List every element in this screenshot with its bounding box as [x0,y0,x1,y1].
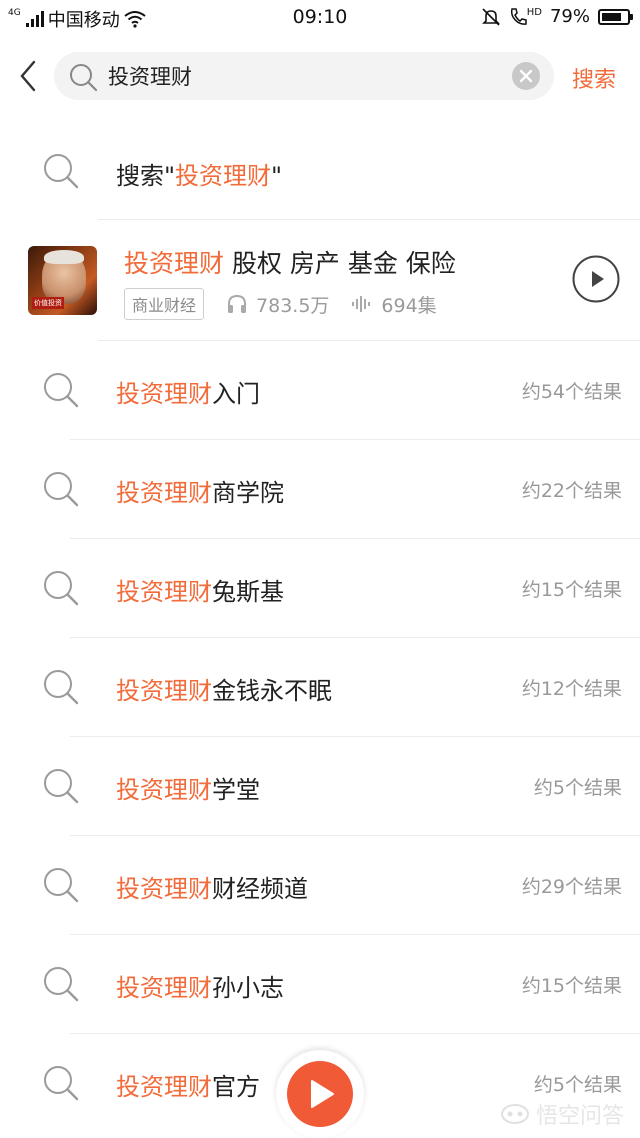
keyword-highlight: 投资理财 [175,162,272,190]
suggestion-item[interactable]: 投资理财财经频道 约29个结果 [0,836,640,935]
suggestion-rest: 兔斯基 [212,578,284,606]
battery-level [602,12,621,21]
close-icon [519,69,533,83]
result-count: 约29个结果 [521,876,622,898]
suggestion-item[interactable]: 投资理财孙小志 约15个结果 [0,935,640,1034]
keyword-highlight: 投资理财 [116,479,212,507]
suggestion-rest: 学堂 [212,776,260,804]
search-suffix: " [271,162,283,190]
search-icon [44,1066,79,1101]
headphones-icon [228,294,247,313]
keyword-highlight: 投资理财 [116,578,212,606]
album-card[interactable]: 价值投资 投资理财 股权 房产 基金 保险 商业财经 783.5万 694集 [0,220,640,341]
suggestion-text: 投资理财孙小志 [116,968,284,1003]
search-icon [44,571,79,606]
suggestion-rest: 商学院 [212,479,284,507]
keyword-highlight: 投资理财 [116,875,212,903]
clear-input-button[interactable] [512,62,540,90]
suggestion-text: 投资理财金钱永不眠 [116,671,332,706]
cover-tag: 价值投资 [32,297,64,309]
bell-muted-icon [481,7,500,26]
search-icon [44,769,79,804]
result-count: 约12个结果 [521,678,622,700]
back-arrow-icon[interactable] [14,58,44,94]
result-count: 约22个结果 [521,480,622,502]
suggestion-item[interactable]: 投资理财入门 约54个结果 [0,341,640,440]
search-prefix: 搜索" [116,162,176,190]
suggestion-text: 投资理财商学院 [116,473,284,508]
suggestion-rest: 孙小志 [212,974,284,1002]
phone-icon [510,7,527,25]
episode-count: 694集 [351,291,437,318]
portrait-hair [44,250,84,264]
suggestion-text: 投资理财财经频道 [116,869,308,904]
search-icon [44,967,79,1002]
play-count: 783.5万 [226,291,329,318]
album-title-highlight: 投资理财 [124,249,225,278]
suggestion-text: 投资理财学堂 [116,770,260,805]
search-icon [44,868,79,903]
result-count: 约54个结果 [521,381,622,403]
battery-percent: 79% [549,6,590,27]
play-count-value: 783.5万 [256,294,330,317]
suggestion-item[interactable]: 投资理财学堂 约5个结果 [0,737,640,836]
keyword-highlight: 投资理财 [116,974,212,1002]
watermark: 悟空问答 [500,1098,624,1130]
search-button[interactable]: 搜索 [572,62,616,94]
search-input[interactable] [108,60,488,92]
keyword-highlight: 投资理财 [116,1073,212,1101]
wukong-logo-icon [501,1104,529,1124]
search-icon [70,64,98,92]
suggestion-item[interactable]: 投资理财兔斯基 约15个结果 [0,539,640,638]
search-icon [44,472,79,507]
album-meta: 商业财经 783.5万 694集 [124,288,437,320]
suggestion-rest: 官方 [212,1073,260,1101]
album-title-rest: 股权 房产 基金 保险 [224,249,456,278]
keyword-highlight: 投资理财 [116,776,212,804]
result-count: 约5个结果 [533,777,622,799]
search-icon [44,670,79,705]
suggestion-rest: 财经频道 [212,875,308,903]
result-count: 约15个结果 [521,975,622,997]
suggestion-text: 投资理财入门 [116,374,260,409]
keyword-highlight: 投资理财 [116,677,212,705]
suggestion-item[interactable]: 投资理财金钱永不眠 约12个结果 [0,638,640,737]
play-icon [311,1080,334,1108]
suggestion-rest: 金钱永不眠 [212,677,332,705]
player-fab-button[interactable] [287,1061,353,1127]
search-keyword-row[interactable]: 搜索"投资理财" [0,122,640,220]
hd-label: HD [526,6,542,18]
suggestion-rest: 入门 [212,380,260,408]
suggestion-text: 投资理财官方 [116,1067,260,1102]
search-keyword-text: 搜索"投资理财" [116,156,282,191]
hd-call-indicator: HD [509,7,542,27]
watermark-text: 悟空问答 [536,1104,625,1129]
search-icon [44,154,79,189]
album-title: 投资理财 股权 房产 基金 保险 [124,244,456,280]
result-count: 约5个结果 [533,1074,622,1096]
keyword-highlight: 投资理财 [116,380,212,408]
category-badge: 商业财经 [124,288,205,320]
album-cover: 价值投资 [28,246,97,315]
search-icon [44,373,79,408]
result-count: 约15个结果 [521,579,622,601]
status-right: HD 79% [481,6,633,27]
episode-count-value: 694集 [381,294,437,317]
search-box[interactable] [54,52,554,100]
battery-icon [598,8,633,25]
status-bar: 4G 中国移动 09:10 HD 79% [0,0,640,36]
play-button[interactable] [572,255,620,303]
soundwave-icon [352,296,371,312]
suggestion-item[interactable]: 投资理财商学院 约22个结果 [0,440,640,539]
suggestion-text: 投资理财兔斯基 [116,572,284,607]
